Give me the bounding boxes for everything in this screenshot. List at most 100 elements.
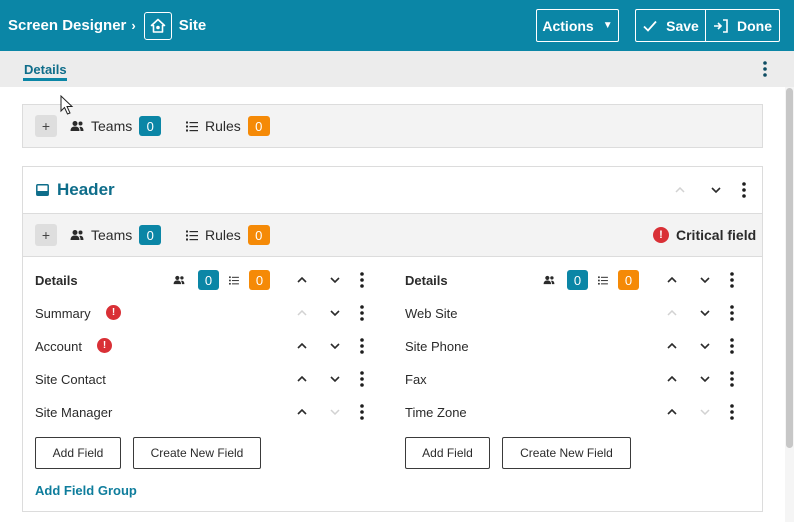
more-options-icon[interactable]	[357, 402, 367, 422]
more-options-icon[interactable]	[727, 336, 737, 356]
people-icon	[70, 230, 84, 240]
list-icon	[186, 121, 198, 131]
more-options-icon[interactable]	[727, 402, 737, 422]
critical-alert-icon: !	[97, 338, 112, 353]
chevron-down-icon[interactable]	[327, 305, 343, 321]
add-field-group-link[interactable]: Add Field Group	[35, 483, 137, 498]
teams-label: Teams	[91, 118, 133, 134]
chevron-up-icon[interactable]	[294, 338, 310, 354]
chevron-up-icon	[664, 305, 680, 321]
chevron-down-icon[interactable]	[697, 371, 713, 387]
chevron-up-icon[interactable]	[294, 371, 310, 387]
more-options-icon[interactable]	[727, 270, 737, 290]
field-site-manager[interactable]: Site Manager	[35, 405, 112, 420]
group-rules-count-badge: 0	[618, 270, 639, 290]
section-teams-count-badge: 0	[139, 225, 162, 245]
add-field-button[interactable]: Add Field	[35, 437, 121, 469]
section-rules-indicator[interactable]: Rules 0	[186, 225, 270, 245]
more-options-icon[interactable]	[357, 369, 367, 389]
create-new-field-button[interactable]: Create New Field	[133, 437, 261, 469]
field-summary[interactable]: Summary	[35, 306, 91, 321]
caret-down-icon: ▼	[602, 20, 613, 31]
list-icon	[229, 275, 239, 285]
breadcrumb-site: Site	[178, 17, 207, 34]
chevron-up-icon	[294, 305, 310, 321]
people-icon	[70, 121, 84, 131]
home-icon	[143, 11, 172, 40]
chevron-down-icon[interactable]	[697, 272, 713, 288]
section-title-text: Header	[57, 180, 115, 199]
chevron-up-icon[interactable]	[294, 404, 310, 420]
top-bar: Screen Designer › Site Actions ▼ Save Do…	[0, 0, 794, 51]
chevron-down-icon[interactable]	[697, 338, 713, 354]
field-site-phone[interactable]: Site Phone	[405, 339, 469, 354]
chevron-up-icon[interactable]	[664, 338, 680, 354]
chevron-down-icon[interactable]	[708, 182, 724, 198]
critical-field-label: Critical field	[676, 227, 757, 243]
section-add-icon[interactable]: +	[35, 224, 57, 246]
rules-label: Rules	[205, 118, 241, 134]
section-more-options-icon[interactable]	[739, 180, 749, 200]
create-new-field-button[interactable]: Create New Field	[502, 437, 631, 469]
actions-button[interactable]: Actions ▼	[536, 9, 619, 42]
breadcrumb-separator: ›	[131, 18, 136, 33]
chevron-down-icon[interactable]	[697, 305, 713, 321]
add-field-button[interactable]: Add Field	[405, 437, 490, 469]
more-options-icon[interactable]	[357, 303, 367, 323]
field-group-title: Details	[405, 273, 448, 288]
more-options-icon[interactable]	[727, 303, 737, 323]
exit-icon	[714, 18, 728, 33]
critical-alert-icon: !	[106, 305, 121, 320]
tab-bar: Details	[0, 51, 794, 87]
rules-count-badge: 0	[247, 116, 270, 136]
chevron-up-icon[interactable]	[664, 371, 680, 387]
rules-indicator[interactable]: Rules 0	[186, 116, 270, 136]
chevron-up-icon[interactable]	[664, 404, 680, 420]
chevron-down-icon[interactable]	[327, 371, 343, 387]
breadcrumb-screen-designer[interactable]: Screen Designer	[8, 17, 126, 34]
field-web-site[interactable]: Web Site	[405, 306, 458, 321]
critical-alert-icon: !	[653, 227, 669, 243]
section-teams-label: Teams	[91, 227, 133, 243]
critical-field-legend: ! Critical field	[653, 227, 756, 243]
tab-details[interactable]: Details	[24, 62, 67, 77]
scrollbar-thumb[interactable]	[786, 88, 793, 448]
chevron-up-icon[interactable]	[664, 272, 680, 288]
list-icon	[186, 230, 198, 240]
chevron-down-icon[interactable]	[327, 338, 343, 354]
group-teams-count-badge: 0	[567, 270, 588, 290]
list-icon	[598, 275, 608, 285]
chevron-up-icon[interactable]	[294, 272, 310, 288]
field-group-title: Details	[35, 273, 78, 288]
section-teams-indicator[interactable]: Teams 0	[70, 225, 162, 245]
actions-label: Actions	[542, 17, 594, 34]
add-icon[interactable]: +	[35, 115, 57, 137]
more-options-icon[interactable]	[756, 59, 774, 79]
group-rules-count-badge: 0	[249, 270, 270, 290]
section-rules-label: Rules	[205, 227, 241, 243]
more-options-icon[interactable]	[357, 270, 367, 290]
chevron-up-icon	[672, 182, 688, 198]
group-teams-rules[interactable]: 0 0	[173, 270, 270, 290]
group-teams-rules[interactable]: 0 0	[543, 270, 639, 290]
save-button[interactable]: Save	[635, 9, 706, 42]
field-fax[interactable]: Fax	[405, 372, 427, 387]
done-button[interactable]: Done	[705, 9, 780, 42]
people-icon	[173, 275, 185, 285]
more-options-icon[interactable]	[727, 369, 737, 389]
chevron-down-icon	[327, 404, 343, 420]
teams-indicator[interactable]: Teams 0	[70, 116, 162, 136]
field-time-zone[interactable]: Time Zone	[405, 405, 467, 420]
chevron-down-icon[interactable]	[327, 272, 343, 288]
section-title: Header	[36, 180, 115, 200]
mouse-cursor-icon	[60, 95, 74, 115]
teams-count-badge: 0	[139, 116, 162, 136]
field-account[interactable]: Account	[35, 339, 82, 354]
more-options-icon[interactable]	[357, 336, 367, 356]
field-site-contact[interactable]: Site Contact	[35, 372, 106, 387]
people-icon	[543, 275, 555, 285]
save-label: Save	[666, 17, 699, 34]
group-teams-count-badge: 0	[198, 270, 219, 290]
section-rules-count-badge: 0	[247, 225, 270, 245]
inbox-icon	[36, 184, 49, 196]
